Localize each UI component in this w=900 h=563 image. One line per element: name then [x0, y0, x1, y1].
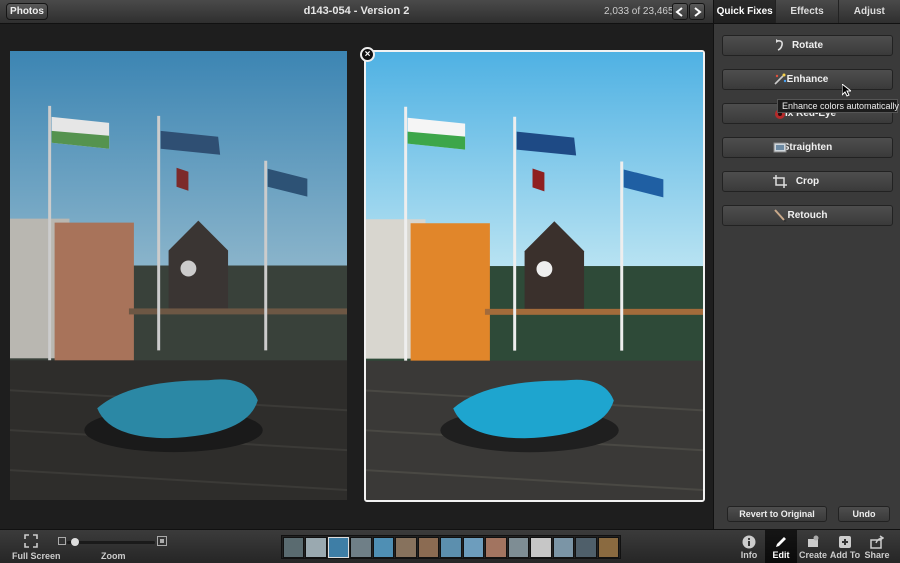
edit-label: Edit [772, 550, 790, 560]
filmstrip-thumbnail[interactable] [552, 537, 575, 558]
create-icon [808, 535, 819, 547]
filmstrip-thumbnail[interactable] [372, 537, 395, 558]
retouch-label: Retouch [787, 210, 828, 221]
photo-original [10, 51, 347, 500]
filmstrip-thumbnail[interactable] [440, 537, 462, 558]
magic-wand-icon [774, 73, 787, 85]
filmstrip-thumbnail[interactable] [283, 537, 305, 558]
filmstrip-thumbnail[interactable] [485, 537, 507, 558]
create-button[interactable]: Create [797, 530, 829, 563]
revert-to-original-button[interactable]: Revert to Original [727, 506, 827, 522]
straighten-button[interactable]: Straighten [722, 137, 893, 158]
photo-counter: 2,033 of 23,465 [604, 6, 674, 17]
enhance-label: Enhance [786, 74, 829, 85]
edit-button[interactable]: Edit [765, 530, 797, 563]
zoom-label: Zoom [101, 551, 126, 561]
brush-icon [774, 209, 787, 222]
retouch-button[interactable]: Retouch [722, 205, 893, 226]
close-compare-button[interactable]: × [360, 47, 375, 62]
filmstrip-thumbnail[interactable] [417, 537, 440, 558]
create-label: Create [798, 550, 827, 560]
mouse-pointer-icon [842, 84, 851, 97]
enhance-button[interactable]: Enhance [722, 69, 893, 90]
full-screen-label: Full Screen [12, 551, 61, 561]
enhance-tooltip: Enhance colors automatically [777, 99, 899, 113]
filmstrip-thumbnail[interactable] [507, 537, 530, 558]
filmstrip-thumbnail-selected[interactable] [327, 537, 350, 558]
info-label: Info [740, 550, 758, 560]
filmstrip-thumbnail[interactable] [462, 537, 485, 558]
bottom-toolbar: Full Screen Zoom Info Edit Create Add To [0, 529, 900, 563]
zoom-slider-handle[interactable] [71, 538, 79, 546]
filmstrip-thumbnail[interactable] [395, 537, 417, 558]
tab-quick-fixes[interactable]: Quick Fixes [714, 0, 777, 23]
filmstrip-thumbnail[interactable] [530, 537, 552, 558]
info-button[interactable]: Info [733, 530, 765, 563]
close-icon: × [364, 49, 371, 60]
add-to-icon [839, 536, 851, 548]
panel-tabs: Quick Fixes Effects Adjust [714, 0, 900, 24]
large-photo-icon [157, 536, 167, 546]
straighten-label: Straighten [782, 142, 833, 153]
filmstrip-thumbnail[interactable] [305, 537, 327, 558]
tab-effects[interactable]: Effects [776, 0, 839, 23]
filmstrip-thumbnail[interactable] [350, 537, 372, 558]
undo-button[interactable]: Undo [838, 506, 890, 522]
info-icon [742, 535, 756, 549]
pencil-icon [776, 537, 786, 547]
full-screen-button[interactable] [24, 534, 40, 548]
add-to-button[interactable]: Add To [829, 530, 861, 563]
rotate-button[interactable]: Rotate [722, 35, 893, 56]
straighten-icon [773, 142, 787, 153]
add-to-label: Add To [829, 550, 861, 560]
crop-button[interactable]: Crop [722, 171, 893, 192]
arrow-left-icon [675, 7, 683, 17]
photos-back-button[interactable]: Photos [6, 3, 48, 20]
full-screen-icon [24, 534, 38, 548]
previous-photo-button[interactable] [672, 3, 688, 20]
rotate-label: Rotate [791, 40, 824, 51]
arrow-right-icon [694, 7, 702, 17]
filmstrip-thumbnail[interactable] [575, 537, 597, 558]
small-photo-icon [58, 537, 66, 545]
tab-adjust[interactable]: Adjust [839, 0, 900, 23]
share-label: Share [864, 550, 890, 560]
photo-enhanced [364, 50, 705, 502]
filmstrip-thumbnail[interactable] [597, 537, 620, 558]
quick-fixes-panel: Quick Fixes Effects Adjust Rotate Enhanc… [713, 0, 900, 529]
crop-label: Crop [795, 176, 820, 187]
crop-icon [773, 175, 787, 188]
filmstrip[interactable] [281, 535, 621, 559]
rotate-icon [776, 39, 783, 51]
zoom-slider[interactable] [67, 541, 155, 544]
share-button[interactable]: Share [861, 530, 893, 563]
top-bar: Photos d143-054 - Version 2 2,033 of 23,… [0, 0, 713, 24]
share-icon [870, 535, 884, 549]
next-photo-button[interactable] [689, 3, 705, 20]
